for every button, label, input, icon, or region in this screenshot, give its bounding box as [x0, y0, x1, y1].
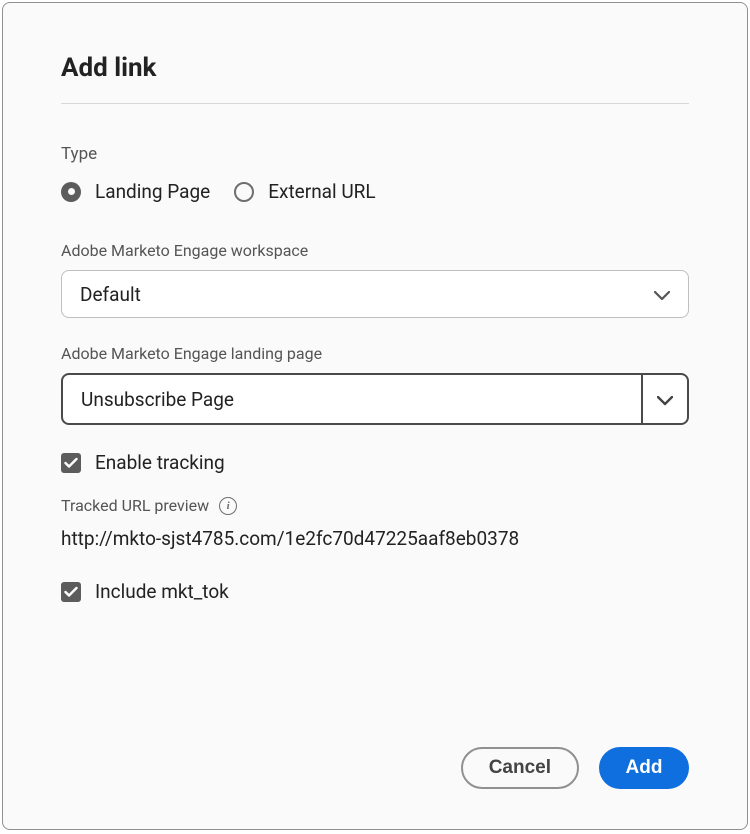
radio-external-url[interactable]: External URL: [234, 180, 375, 203]
workspace-label: Adobe Marketo Engage workspace: [61, 241, 689, 260]
include-mkt-tok-label: Include mkt_tok: [95, 580, 229, 603]
chevron-section: [641, 375, 673, 423]
landing-page-select[interactable]: Unsubscribe Page: [61, 373, 689, 425]
landing-page-field: Adobe Marketo Engage landing page Unsubs…: [61, 344, 689, 425]
workspace-field: Adobe Marketo Engage workspace Default: [61, 241, 689, 318]
add-link-dialog: Add link Type Landing Page External URL …: [2, 2, 748, 830]
radio-landing-page[interactable]: Landing Page: [61, 180, 210, 203]
enable-tracking-label: Enable tracking: [95, 451, 225, 474]
landing-page-value: Unsubscribe Page: [81, 388, 234, 411]
workspace-select[interactable]: Default: [61, 270, 689, 318]
divider: [61, 103, 689, 104]
radio-label-external: External URL: [268, 180, 375, 203]
add-button[interactable]: Add: [599, 747, 689, 789]
radio-selected-icon: [61, 182, 81, 202]
type-radio-group: Landing Page External URL: [61, 180, 689, 203]
checkbox-checked-icon: [61, 582, 81, 602]
chevron-down-icon: [654, 283, 670, 306]
enable-tracking-checkbox[interactable]: Enable tracking: [61, 451, 689, 474]
tracked-url-preview-row: Tracked URL preview i: [61, 496, 689, 515]
tracked-url-preview-value: http://mkto-sjst4785.com/1e2fc70d47225aa…: [61, 527, 689, 550]
cancel-button[interactable]: Cancel: [461, 747, 579, 789]
dialog-title: Add link: [61, 53, 689, 83]
radio-unselected-icon: [234, 182, 254, 202]
workspace-value: Default: [80, 283, 141, 306]
dialog-button-row: Cancel Add: [461, 747, 689, 789]
chevron-down-icon: [657, 388, 673, 411]
landing-page-label: Adobe Marketo Engage landing page: [61, 344, 689, 363]
checkbox-checked-icon: [61, 453, 81, 473]
type-label: Type: [61, 144, 689, 164]
include-mkt-tok-checkbox[interactable]: Include mkt_tok: [61, 580, 689, 603]
tracked-url-preview-label: Tracked URL preview: [61, 496, 209, 515]
radio-label-landing: Landing Page: [95, 180, 210, 203]
info-icon[interactable]: i: [219, 497, 237, 515]
